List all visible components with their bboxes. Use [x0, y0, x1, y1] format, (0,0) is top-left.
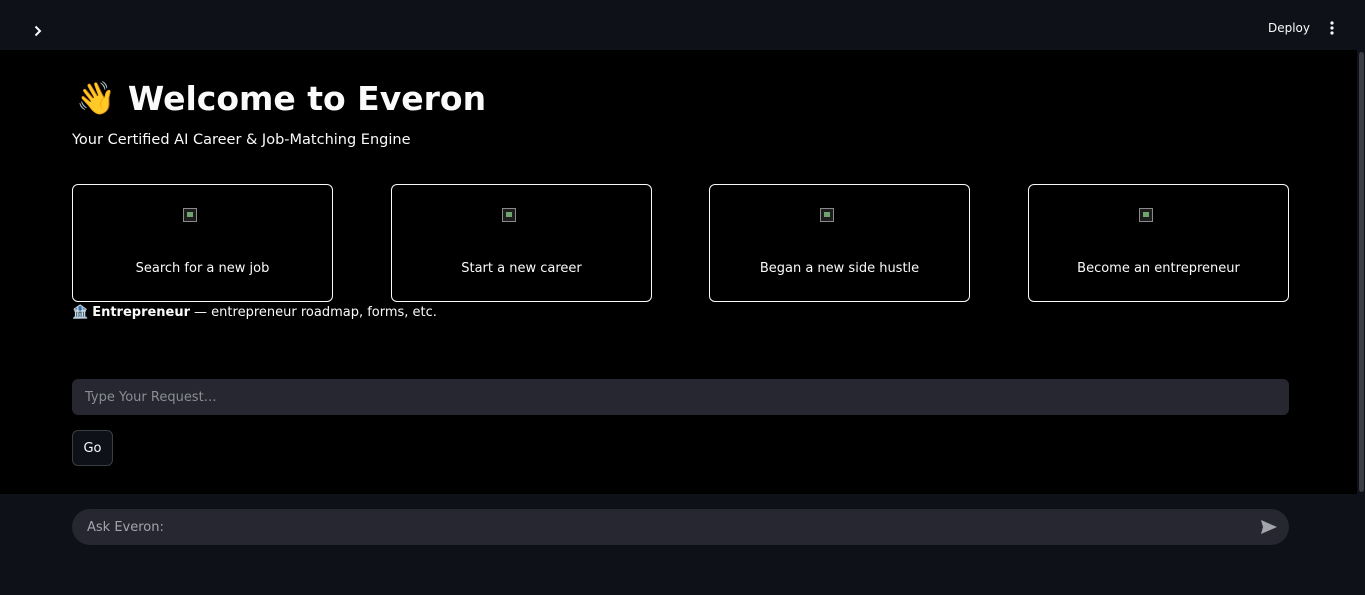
broken-image-icon [1139, 208, 1153, 222]
go-button[interactable]: Go [72, 430, 113, 466]
broken-image-icon [183, 208, 197, 222]
card-new-career[interactable]: Start a new career [391, 184, 652, 302]
card-side-hustle[interactable]: Began a new side hustle [709, 184, 970, 302]
send-icon[interactable] [1259, 517, 1279, 537]
page-title: 👋 Welcome to Everon [76, 76, 486, 120]
chat-input[interactable] [72, 509, 1252, 545]
page-title-text: Welcome to Everon [127, 78, 487, 118]
bank-icon: 🏦 [72, 305, 89, 320]
deploy-button[interactable]: Deploy [1262, 17, 1316, 39]
broken-image-icon [502, 208, 516, 222]
card-search-job[interactable]: Search for a new job [72, 184, 333, 302]
card-label: Become an entrepreneur [1077, 261, 1240, 276]
scrollbar-thumb[interactable] [1359, 52, 1364, 492]
selection-info-text: — entrepreneur roadmap, forms, etc. [194, 305, 437, 320]
card-label: Began a new side hustle [759, 261, 920, 276]
request-input[interactable] [72, 379, 1289, 415]
page-subtitle: Your Certified AI Career & Job-Matching … [72, 132, 411, 148]
waving-hand-icon: 👋 [76, 79, 116, 117]
card-label: Search for a new job [135, 261, 270, 276]
chevron-right-icon[interactable] [28, 21, 48, 41]
kebab-menu-icon[interactable] [1322, 18, 1342, 38]
card-entrepreneur[interactable]: Become an entrepreneur [1028, 184, 1289, 302]
card-label: Start a new career [461, 261, 582, 276]
chat-input-container [72, 509, 1289, 545]
broken-image-icon [820, 208, 834, 222]
selection-info-bold: Entrepreneur [92, 305, 191, 320]
top-bar: Deploy [0, 0, 1365, 50]
selection-info: 🏦 Entrepreneur — entrepreneur roadmap, f… [72, 305, 437, 320]
